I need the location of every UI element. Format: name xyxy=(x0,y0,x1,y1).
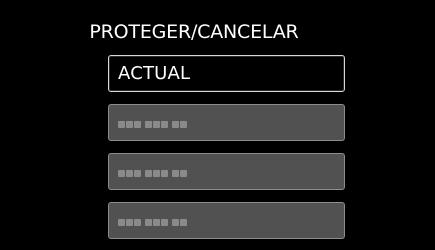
camera-menu-screen: PROTEGER/CANCELAR ACTUAL xyxy=(0,0,435,250)
menu-option-placeholder[interactable] xyxy=(108,104,345,141)
placeholder-date-blocks xyxy=(118,170,187,177)
menu-option-placeholder[interactable] xyxy=(108,202,345,239)
menu-title: PROTEGER/CANCELAR xyxy=(89,21,299,43)
menu-option-actual[interactable]: ACTUAL xyxy=(108,55,345,92)
placeholder-date-blocks xyxy=(118,219,187,226)
placeholder-date-blocks xyxy=(118,121,187,128)
menu-option-label: ACTUAL xyxy=(118,63,191,84)
menu-option-placeholder[interactable] xyxy=(108,153,345,190)
